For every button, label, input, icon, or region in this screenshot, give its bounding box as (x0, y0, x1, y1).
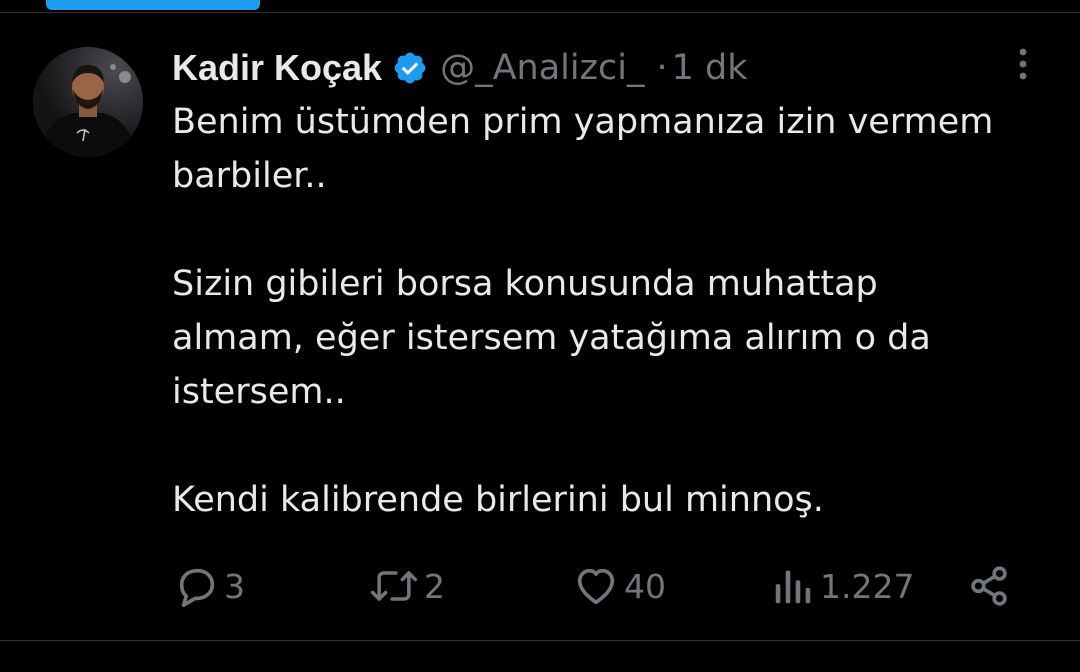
author-handle[interactable]: @_Analizci_ (440, 48, 644, 88)
repost-button[interactable]: 2 (368, 560, 445, 612)
avatar-photo (33, 47, 143, 157)
tweet-paragraph: Kendi kalibrende birlerini bul minnoş. (172, 480, 824, 520)
reply-count: 3 (224, 566, 245, 606)
active-tab-indicator (46, 0, 260, 10)
share-button[interactable] (966, 560, 1012, 612)
views-icon (770, 563, 816, 609)
more-options-icon[interactable] (1008, 44, 1038, 84)
tweet-timestamp[interactable]: 1 dk (672, 48, 748, 88)
heart-icon (572, 563, 620, 609)
repost-count: 2 (424, 566, 445, 606)
verified-badge-icon (392, 50, 428, 86)
avatar[interactable] (33, 47, 143, 157)
repost-icon (368, 563, 420, 609)
reply-button[interactable]: 3 (174, 560, 245, 612)
paragraph-spacer (172, 419, 1062, 473)
views-button[interactable]: 1.227 (770, 560, 914, 612)
tweet-actions: 3 2 40 1.227 (0, 560, 1080, 612)
like-count: 40 (624, 566, 666, 606)
bottom-divider (0, 640, 1080, 641)
tweet-header: Kadir Koçak @_Analizci_ · 1 dk (172, 40, 747, 96)
reply-icon (174, 563, 220, 609)
tweet-paragraph: Benim üstümden prim yapmanıza izin verme… (172, 102, 994, 196)
like-button[interactable]: 40 (572, 560, 666, 612)
paragraph-spacer (172, 203, 1062, 257)
views-count: 1.227 (820, 566, 915, 606)
top-divider (0, 12, 1080, 13)
tweet-text: Benim üstümden prim yapmanıza izin verme… (172, 95, 1062, 527)
separator-dot: · (656, 48, 668, 88)
tweet-paragraph: Sizin gibileri borsa konusunda muhattap … (172, 264, 931, 412)
author-display-name[interactable]: Kadir Koçak (172, 47, 382, 89)
share-icon (966, 563, 1012, 609)
